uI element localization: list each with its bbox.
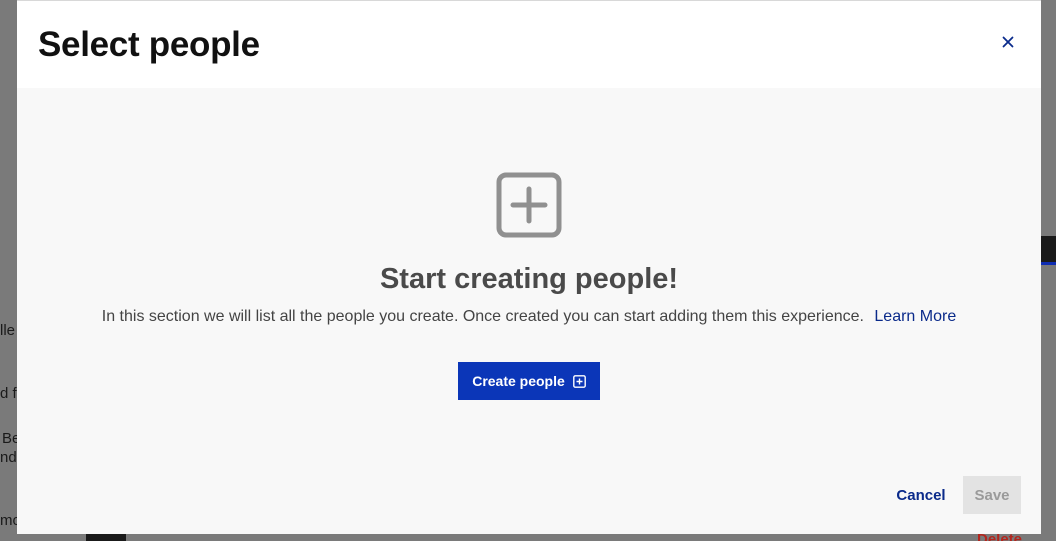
create-people-label: Create people — [472, 373, 565, 389]
close-icon — [1002, 36, 1014, 48]
modal-header: Select people — [17, 0, 1041, 88]
cancel-button[interactable]: Cancel — [887, 478, 955, 512]
background-bar — [1040, 236, 1056, 264]
empty-state-text: In this section we will list all the peo… — [101, 308, 864, 325]
empty-state-description: In this section we will list all the peo… — [17, 308, 1041, 326]
plus-square-icon — [496, 172, 562, 238]
background-text: nd — [0, 449, 17, 466]
select-people-modal: Select people Start creating people! In … — [17, 0, 1041, 534]
plus-square-icon — [572, 374, 586, 388]
create-people-button[interactable]: Create people — [458, 362, 600, 400]
save-button[interactable]: Save — [963, 476, 1021, 514]
close-button[interactable] — [997, 31, 1019, 53]
learn-more-link[interactable]: Learn More — [874, 308, 956, 325]
background-bar — [1040, 262, 1056, 265]
background-bar — [86, 534, 126, 541]
empty-state-title: Start creating people! — [379, 263, 679, 295]
modal-title: Select people — [38, 25, 260, 64]
background-text: lle — [0, 322, 16, 339]
